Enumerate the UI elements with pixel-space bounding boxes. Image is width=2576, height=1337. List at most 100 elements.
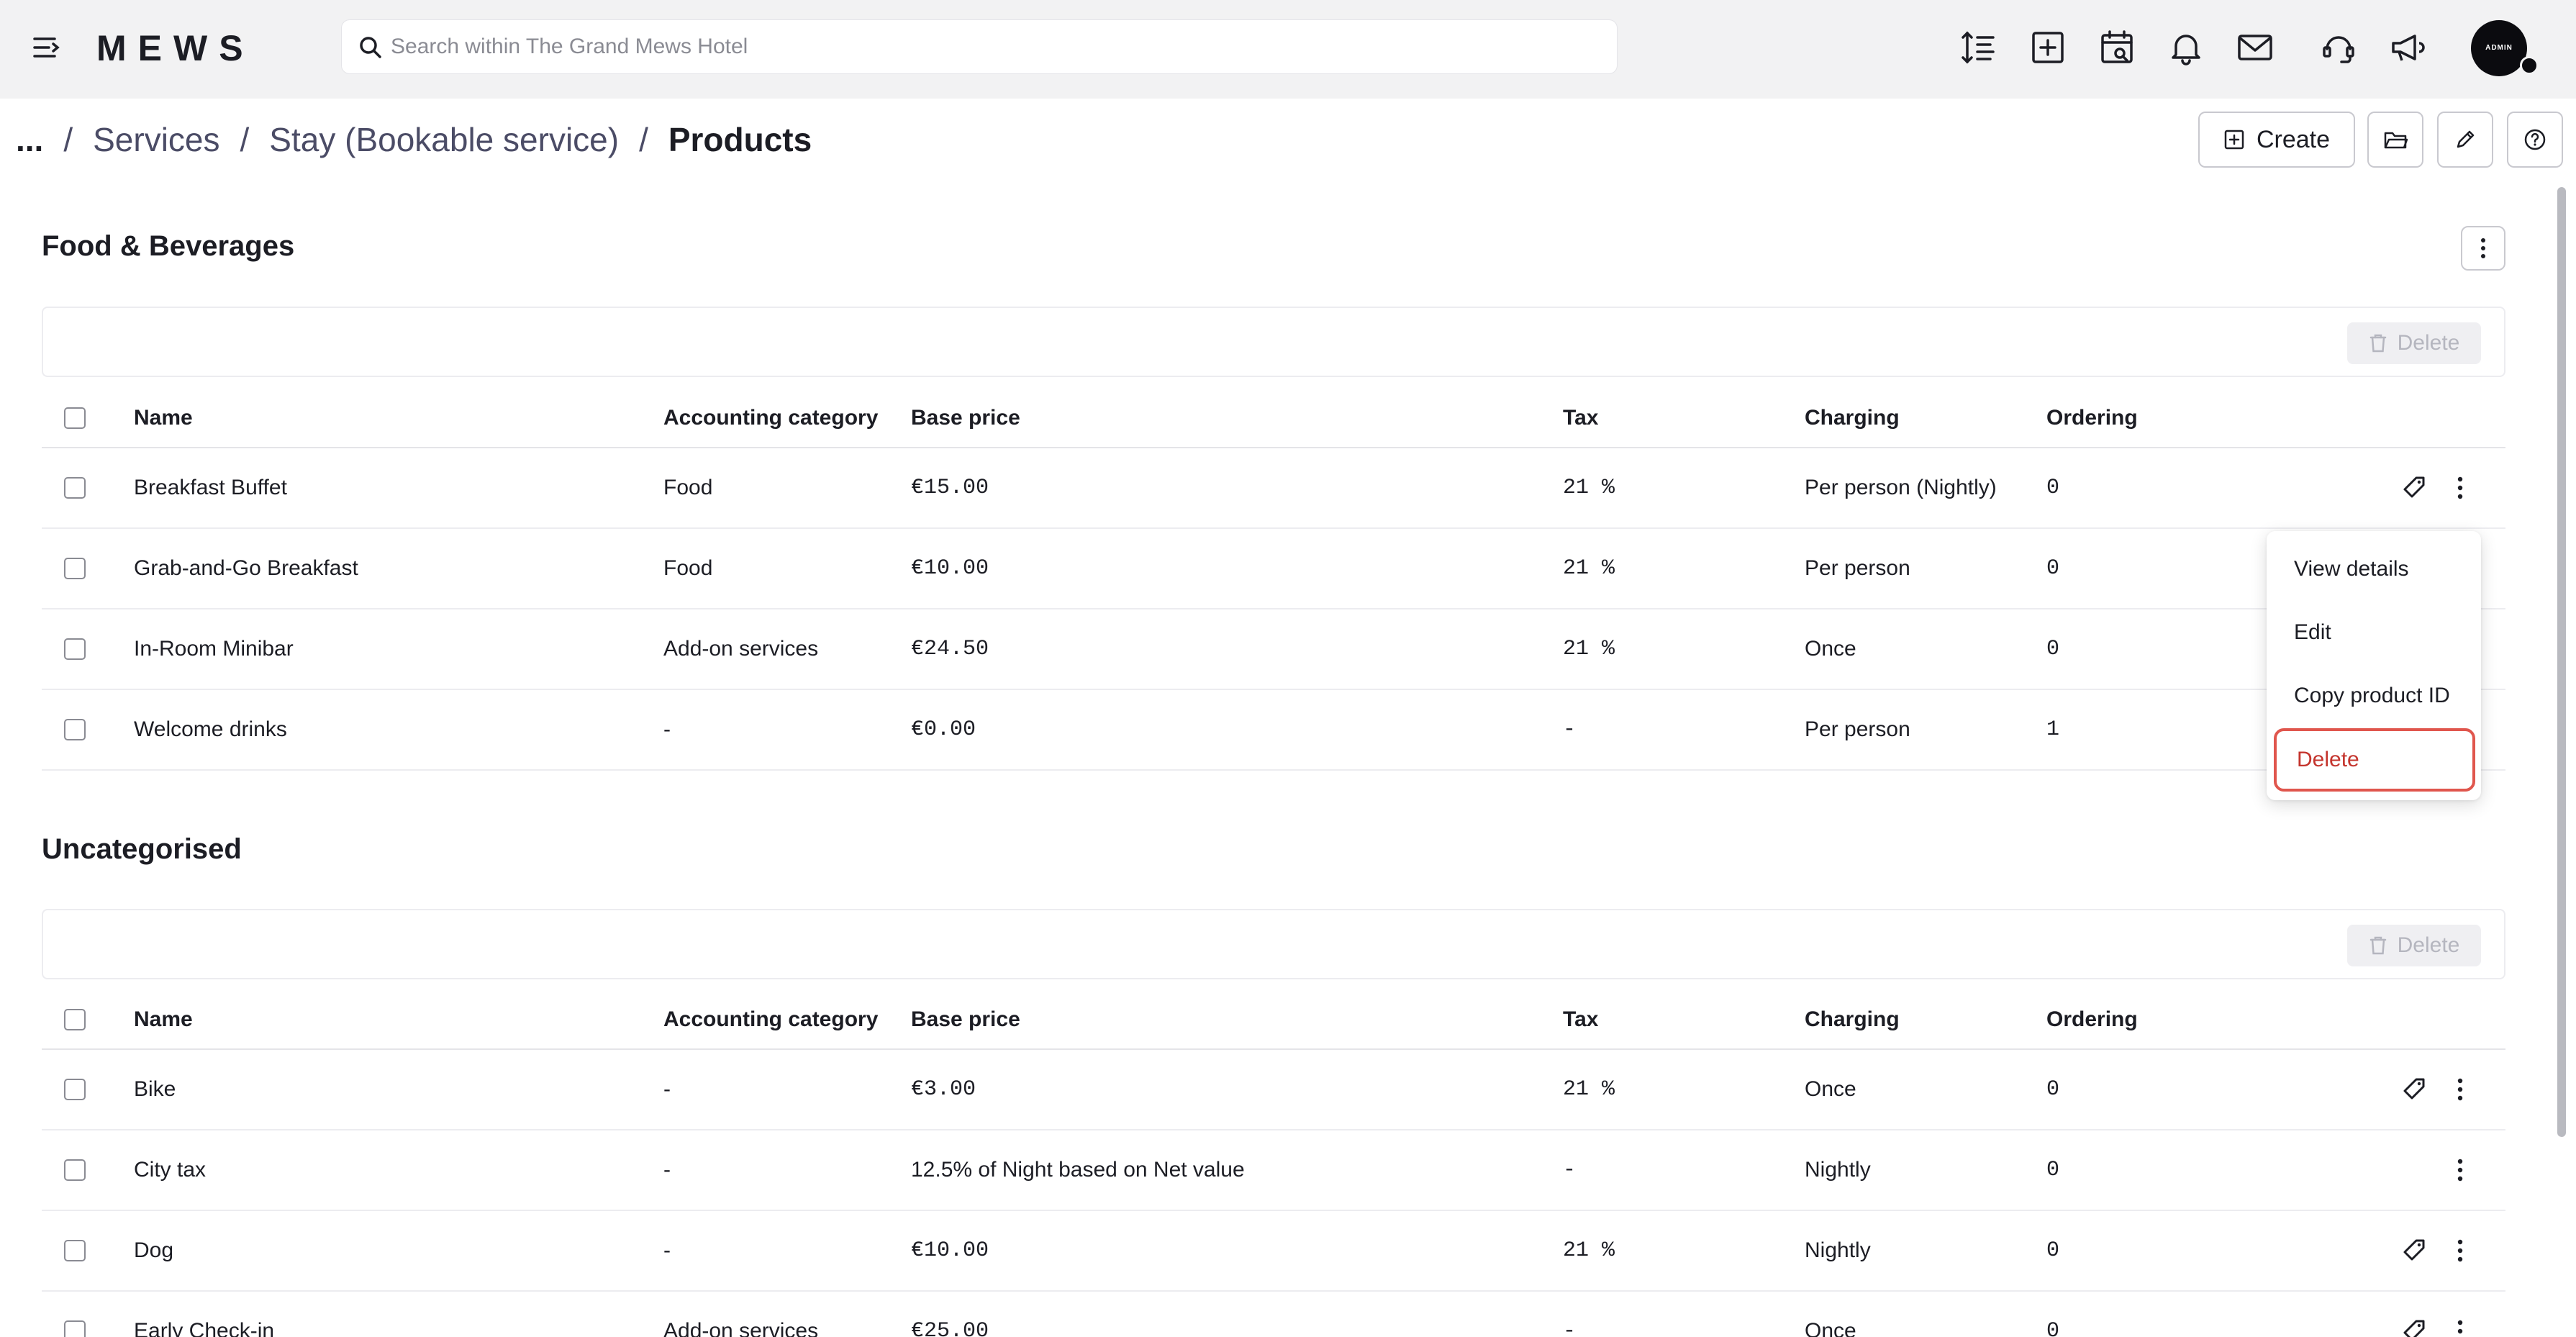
column-header-name[interactable]: Name — [134, 991, 193, 1048]
row-checkbox[interactable] — [64, 558, 86, 579]
accounting-category: - — [663, 1238, 671, 1262]
column-header-charging[interactable]: Charging — [1805, 389, 1900, 447]
row-kebab-menu-icon[interactable] — [2449, 1156, 2471, 1184]
product-name: Early Check-in — [134, 1319, 275, 1337]
base-price: €0.00 — [911, 717, 976, 742]
charging-mode: Per person — [1805, 717, 1910, 741]
accounting-category: Add-on services — [663, 1319, 819, 1337]
table-row[interactable]: Welcome drinks - €0.00 - Per person 1 — [42, 690, 2505, 771]
create-button-label: Create — [2256, 125, 2331, 153]
search-input[interactable] — [391, 20, 1600, 73]
mews-logo[interactable]: MEWS — [96, 27, 255, 69]
row-kebab-menu-icon[interactable] — [2449, 1075, 2471, 1104]
tax-rate: - — [1563, 1319, 1577, 1337]
folder-button[interactable] — [2367, 112, 2423, 168]
row-checkbox[interactable] — [64, 719, 86, 740]
table-row[interactable]: Dog - €10.00 21 % Nightly 0 — [42, 1211, 2505, 1292]
edit-button[interactable] — [2437, 112, 2493, 168]
avatar-status-badge — [2520, 56, 2539, 75]
bulk-delete-label: Delete — [2397, 933, 2460, 957]
menu-collapse-icon[interactable] — [29, 32, 66, 63]
search-box[interactable] — [341, 19, 1618, 74]
support-icon[interactable] — [2318, 27, 2359, 68]
column-header-tax[interactable]: Tax — [1563, 991, 1598, 1048]
menu-item-delete[interactable]: Delete — [2274, 728, 2475, 792]
table-header: Name Accounting category Base price Tax … — [42, 389, 2505, 448]
table-row[interactable]: Breakfast Buffet Food €15.00 21 % Per pe… — [42, 448, 2505, 529]
mail-icon[interactable] — [2235, 27, 2275, 68]
column-header-charging[interactable]: Charging — [1805, 991, 1900, 1048]
charging-mode: Nightly — [1805, 1158, 1871, 1182]
ordering-value: 0 — [2046, 476, 2060, 500]
sort-lines-icon[interactable] — [1959, 27, 1999, 68]
page-title: Products — [668, 121, 812, 158]
row-kebab-menu-icon[interactable] — [2449, 473, 2471, 502]
menu-item-copy-product-id[interactable]: Copy product ID — [2267, 665, 2481, 727]
column-header-ordering[interactable]: Ordering — [2046, 991, 2138, 1048]
tag-icon[interactable] — [2399, 1075, 2428, 1104]
table-row[interactable]: Grab-and-Go Breakfast Food €10.00 21 % P… — [42, 529, 2505, 609]
bell-icon[interactable] — [2166, 27, 2206, 68]
tax-rate: 21 % — [1563, 1077, 1615, 1102]
row-checkbox[interactable] — [64, 477, 86, 499]
base-price: 12.5% of Night based on Net value — [911, 1158, 1245, 1182]
breadcrumb-services[interactable]: Services — [93, 120, 219, 159]
accounting-category: Food — [663, 476, 713, 499]
tag-icon[interactable] — [2399, 473, 2428, 502]
column-header-price[interactable]: Base price — [911, 991, 1020, 1048]
add-square-icon[interactable] — [2028, 27, 2068, 68]
base-price: €3.00 — [911, 1077, 976, 1102]
row-checkbox[interactable] — [64, 638, 86, 660]
add-square-icon — [2224, 130, 2244, 150]
tag-icon[interactable] — [2399, 1317, 2428, 1337]
product-name: Bike — [134, 1077, 176, 1101]
accounting-category: Food — [663, 556, 713, 580]
row-kebab-menu-icon[interactable] — [2449, 1236, 2471, 1265]
row-checkbox[interactable] — [64, 1159, 86, 1181]
base-price: €24.50 — [911, 637, 989, 661]
tag-icon[interactable] — [2399, 1236, 2428, 1265]
column-header-accounting[interactable]: Accounting category — [663, 389, 878, 447]
products-table-food-beverages: Name Accounting category Base price Tax … — [42, 389, 2505, 771]
menu-item-view-details[interactable]: View details — [2267, 538, 2481, 600]
table-row[interactable]: City tax - 12.5% of Night based on Net v… — [42, 1130, 2505, 1211]
megaphone-icon[interactable] — [2387, 27, 2428, 68]
table-header: Name Accounting category Base price Tax … — [42, 991, 2505, 1050]
help-button[interactable] — [2507, 112, 2563, 168]
calendar-icon[interactable] — [2097, 27, 2137, 68]
row-checkbox[interactable] — [64, 1079, 86, 1100]
top-bar: MEWS ADMIN — [0, 0, 2576, 99]
bulk-delete-label: Delete — [2397, 331, 2460, 355]
breadcrumb-ellipsis[interactable]: ... — [16, 120, 43, 159]
base-price: €10.00 — [911, 1238, 989, 1263]
breadcrumb-stay[interactable]: Stay (Bookable service) — [269, 120, 619, 159]
row-checkbox[interactable] — [64, 1240, 86, 1261]
ordering-value: 0 — [2046, 1077, 2060, 1102]
column-header-price[interactable]: Base price — [911, 389, 1020, 447]
column-header-name[interactable]: Name — [134, 389, 193, 447]
row-checkbox[interactable] — [64, 1320, 86, 1337]
tax-rate: 21 % — [1563, 476, 1615, 500]
charging-mode: Per person (Nightly) — [1805, 476, 1997, 499]
table-row[interactable]: Bike - €3.00 21 % Once 0 — [42, 1050, 2505, 1130]
column-header-ordering[interactable]: Ordering — [2046, 389, 2138, 447]
product-name: Dog — [134, 1238, 174, 1262]
column-header-tax[interactable]: Tax — [1563, 389, 1598, 447]
ordering-value: 1 — [2046, 717, 2060, 742]
table-row[interactable]: In-Room Minibar Add-on services €24.50 2… — [42, 609, 2505, 690]
create-button[interactable]: Create — [2198, 112, 2355, 168]
section-options-button[interactable] — [2461, 226, 2505, 271]
bulk-delete-button[interactable]: Delete — [2347, 322, 2481, 364]
bulk-delete-button[interactable]: Delete — [2347, 925, 2481, 966]
user-avatar[interactable]: ADMIN — [2471, 20, 2527, 76]
select-all-checkbox[interactable] — [64, 1009, 86, 1030]
table-row[interactable]: Early Check-in Add-on services €25.00 - … — [42, 1292, 2505, 1337]
menu-item-edit[interactable]: Edit — [2267, 602, 2481, 663]
page-scrollbar[interactable] — [2557, 187, 2566, 1137]
column-header-accounting[interactable]: Accounting category — [663, 991, 878, 1048]
help-icon — [2524, 129, 2546, 150]
product-name: Welcome drinks — [134, 717, 287, 741]
ordering-value: 0 — [2046, 1158, 2060, 1182]
select-all-checkbox[interactable] — [64, 407, 86, 429]
row-kebab-menu-icon[interactable] — [2449, 1317, 2471, 1337]
